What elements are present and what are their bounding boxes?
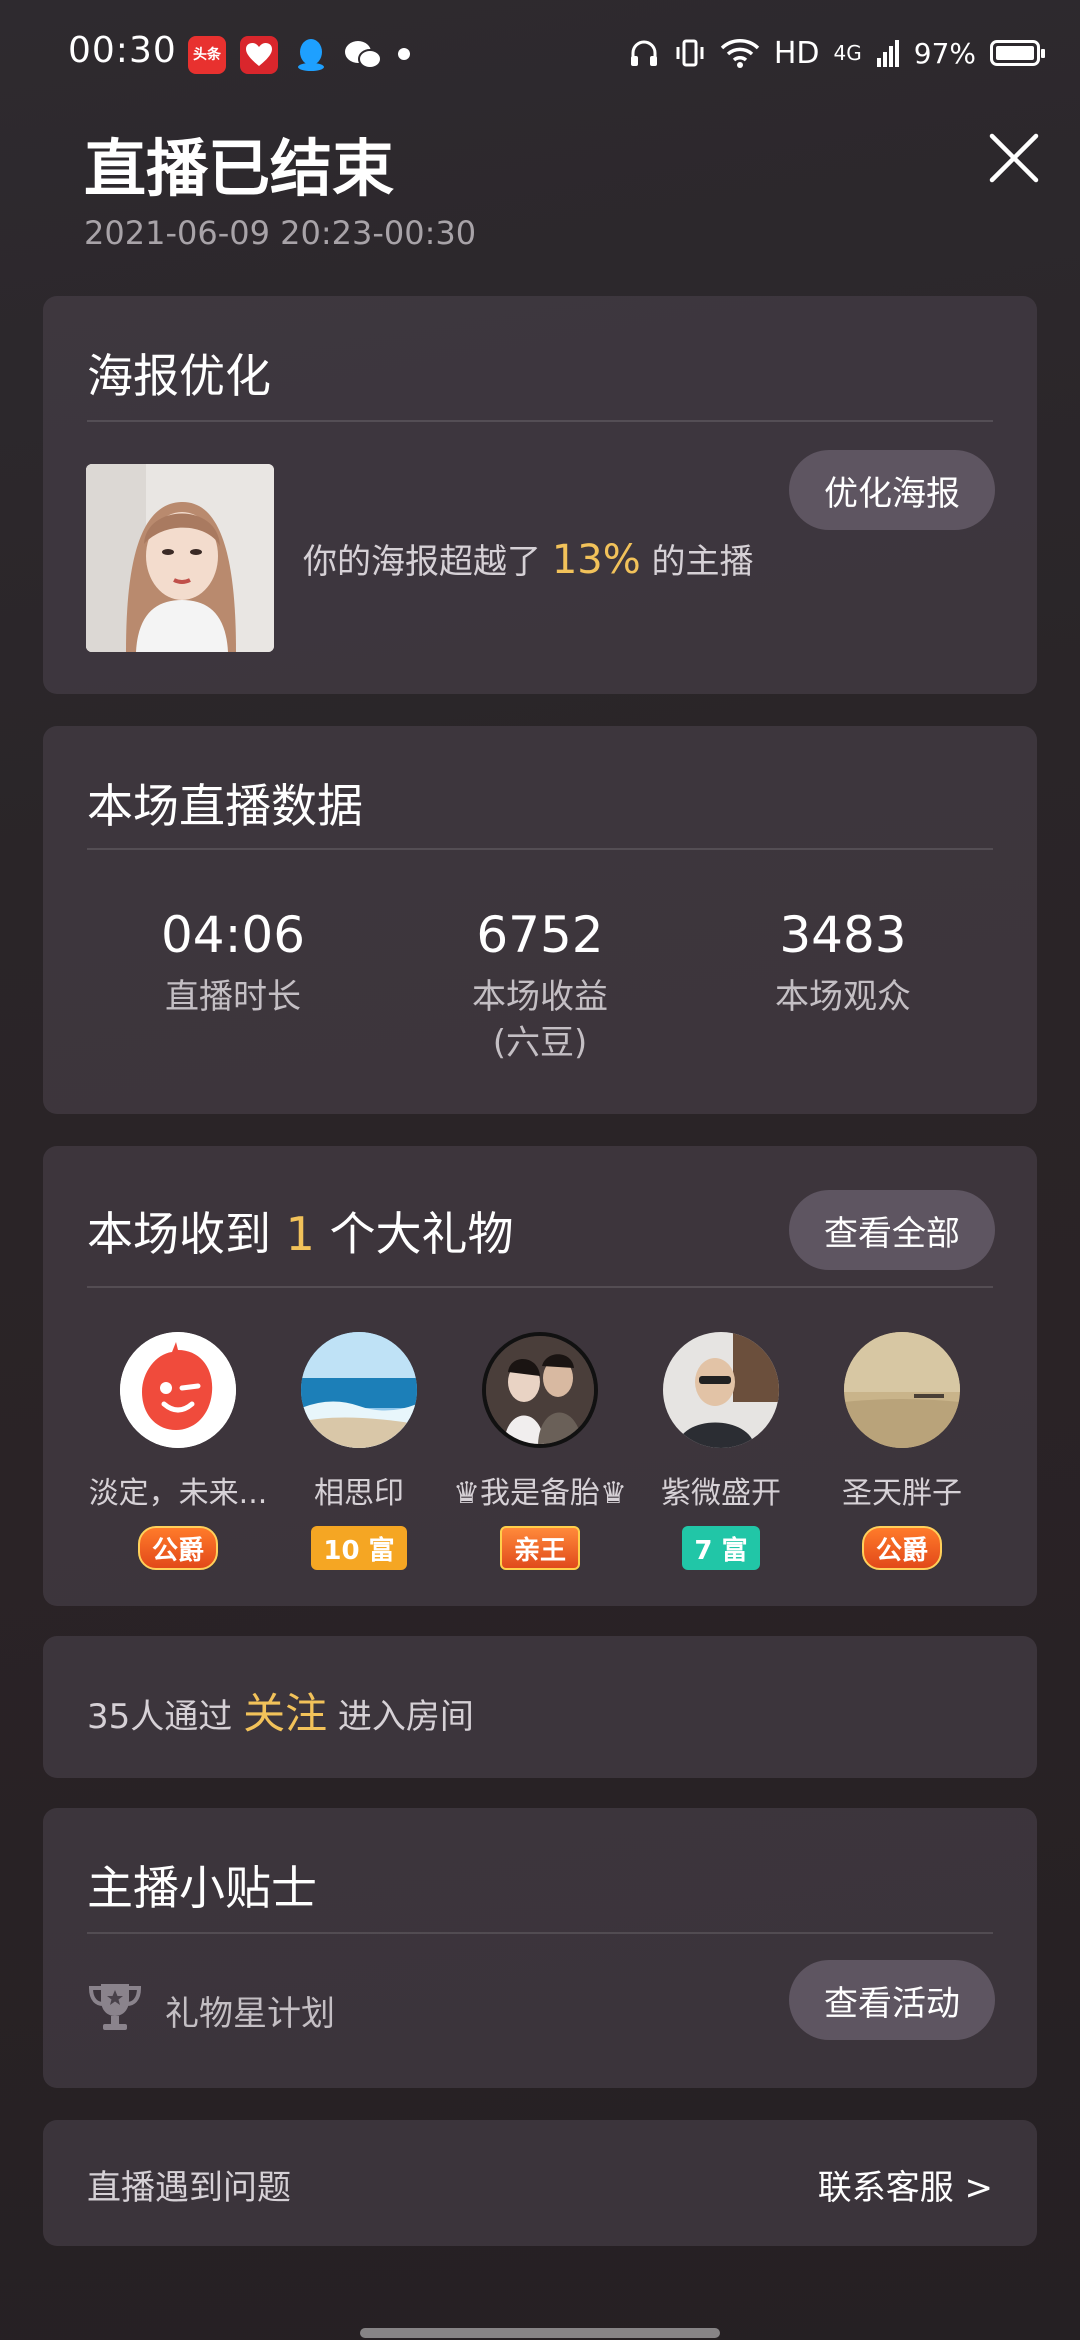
stats-card-title: 本场直播数据 — [87, 779, 363, 833]
gifter-name: 淡定，未来... — [88, 1476, 268, 1511]
poster-optimize-card: 海报优化 你的海报超越了 13% 的主播 优化海报 — [43, 296, 1037, 694]
battery-icon — [990, 40, 1045, 66]
divider — [87, 848, 993, 850]
gifter-item[interactable]: 淡定，未来... 公爵 — [88, 1332, 268, 1570]
home-indicator[interactable] — [360, 2328, 720, 2338]
avatar[interactable] — [844, 1332, 960, 1448]
stat-label: 本场收益 — [472, 977, 608, 1017]
status-bar: 00:30 头条 HD 4G 97% — [0, 0, 1080, 106]
poster-text-suffix: 的主播 — [640, 542, 754, 582]
view-all-gifts-button[interactable]: 查看全部 — [789, 1190, 995, 1270]
status-time: 00:30 — [68, 30, 177, 71]
tips-card-title: 主播小贴士 — [87, 1861, 317, 1915]
gifter-name: 相思印 — [314, 1476, 404, 1511]
status-indicators: HD 4G 97% — [628, 28, 1045, 78]
gifter-item[interactable]: 相思印 10 富 — [269, 1332, 449, 1570]
stat-viewers: 3483 本场观众 — [693, 906, 993, 1020]
heart-app-icon — [240, 36, 278, 74]
wifi-icon — [720, 39, 760, 68]
divider — [87, 420, 993, 422]
help-text: 直播遇到问题 — [87, 2168, 291, 2208]
poster-rank-text: 你的海报超越了 13% 的主播 — [303, 534, 754, 583]
rank-badge: 公爵 — [861, 1526, 942, 1570]
stat-label: 直播时长 — [165, 977, 301, 1017]
follow-entry-card: 35人通过 关注 进入房间 — [43, 1636, 1037, 1778]
gifter-name: ♛我是备胎♛ — [453, 1476, 627, 1511]
stat-duration: 04:06 直播时长 — [83, 906, 383, 1020]
gifts-card-title: 本场收到 1 个大礼物 — [87, 1198, 514, 1264]
close-icon — [989, 133, 1039, 183]
stat-label: 本场观众 — [775, 977, 911, 1017]
gifts-count: 1 — [285, 1207, 315, 1261]
network-label: 4G — [833, 41, 862, 65]
stat-earnings: 6752 本场收益 (六豆) — [390, 906, 690, 1066]
toutiao-label: 头条 — [193, 47, 221, 63]
poster-percent: 13% — [551, 537, 641, 583]
signal-icon — [876, 40, 899, 67]
avatar[interactable] — [301, 1332, 417, 1448]
headset-icon — [630, 40, 657, 66]
poster-text-prefix: 你的海报超越了 — [303, 542, 552, 582]
stat-value: 04:06 — [160, 906, 306, 964]
live-stats-card: 本场直播数据 04:06 直播时长 6752 本场收益 (六豆) 3483 本场… — [43, 726, 1037, 1114]
gifter-item[interactable]: ♛我是备胎♛ 亲王 — [450, 1332, 630, 1570]
big-gifts-card: 本场收到 1 个大礼物 查看全部 淡定，未来... 公爵 相思印 10 富 ♛我… — [43, 1146, 1037, 1606]
rank-badge: 公爵 — [137, 1526, 218, 1570]
toutiao-icon: 头条 — [188, 36, 226, 74]
notification-dot — [398, 48, 410, 60]
follow-highlight: 关注 — [243, 1689, 328, 1738]
follow-entry-text: 35人通过 关注 进入房间 — [87, 1680, 474, 1741]
gifter-name: 紫微盛开 — [661, 1476, 781, 1511]
divider — [87, 1932, 993, 1934]
avatar[interactable] — [482, 1332, 598, 1448]
rank-badge: 7 富 — [682, 1526, 760, 1570]
gifts-title-suffix: 个大礼物 — [314, 1207, 514, 1261]
help-card: 直播遇到问题 联系客服 > — [43, 2120, 1037, 2246]
follow-prefix: 35人通过 — [87, 1697, 244, 1737]
gifter-item[interactable]: 圣天胖子 公爵 — [812, 1332, 992, 1570]
gift-star-plan-label: 礼物星计划 — [165, 1994, 335, 2034]
page-title: 直播已结束 — [84, 132, 395, 205]
hd-label: HD — [773, 35, 820, 71]
divider — [87, 1286, 993, 1288]
qq-icon — [292, 36, 330, 74]
rank-badge: 亲王 — [499, 1526, 580, 1570]
host-tips-card: 主播小贴士 礼物星计划 查看活动 — [43, 1808, 1037, 2088]
trophy-icon — [88, 1984, 142, 2030]
poster-card-title: 海报优化 — [87, 349, 271, 403]
vibrate-icon — [676, 39, 704, 67]
battery-percent: 97% — [913, 36, 976, 70]
live-time-range: 2021-06-09 20:23-00:30 — [84, 214, 477, 252]
stat-value: 6752 — [476, 906, 604, 964]
follow-suffix: 进入房间 — [327, 1697, 474, 1737]
gifter-name: 圣天胖子 — [842, 1476, 962, 1511]
contact-support-link[interactable]: 联系客服 > — [818, 2160, 993, 2209]
rank-badge: 10 富 — [311, 1526, 407, 1570]
stat-sublabel: (六豆) — [492, 1023, 588, 1063]
gifter-item[interactable]: 紫微盛开 7 富 — [631, 1332, 811, 1570]
gifts-title-prefix: 本场收到 — [87, 1207, 286, 1261]
avatar[interactable] — [663, 1332, 779, 1448]
optimize-poster-button[interactable]: 优化海报 — [789, 450, 995, 530]
wechat-icon — [344, 36, 382, 74]
view-activity-button[interactable]: 查看活动 — [789, 1960, 995, 2040]
poster-thumbnail[interactable] — [86, 464, 274, 652]
avatar[interactable] — [120, 1332, 236, 1448]
close-button[interactable] — [986, 130, 1042, 186]
stat-value: 3483 — [779, 906, 907, 964]
